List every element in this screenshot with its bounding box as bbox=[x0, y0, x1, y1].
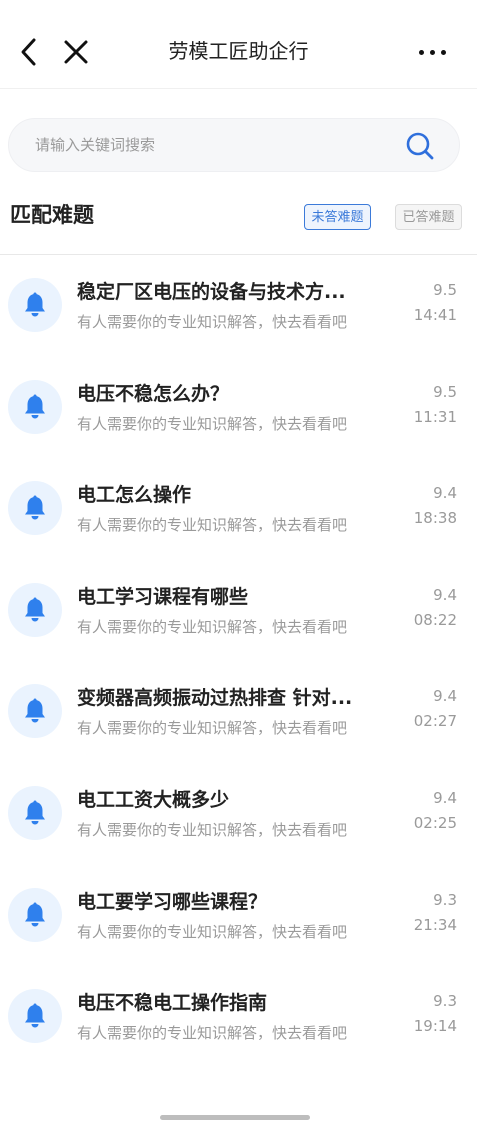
bell-icon bbox=[25, 597, 45, 622]
item-title: 电工学习课程有哪些 bbox=[77, 585, 249, 608]
search-bar bbox=[8, 118, 460, 172]
notification-avatar bbox=[8, 684, 62, 739]
item-date: 9.5 bbox=[433, 382, 457, 401]
notification-avatar bbox=[8, 481, 62, 536]
divider bbox=[0, 254, 477, 255]
notification-avatar bbox=[8, 785, 62, 840]
bell-icon bbox=[25, 800, 45, 825]
item-time: 08:22 bbox=[413, 610, 457, 629]
bell-icon bbox=[25, 394, 45, 419]
question-list: 稳定厂区电压的设备与技术方... 有人需要你的专业知识解答，快去看看吧 9.5 14:… bbox=[0, 256, 477, 1069]
bell-icon bbox=[25, 902, 45, 927]
notification-avatar bbox=[8, 278, 62, 332]
item-date: 9.4 bbox=[433, 484, 457, 503]
item-time: 19:14 bbox=[413, 1017, 457, 1036]
item-subtitle: 有人需要你的专业知识解答，快去看看吧 bbox=[77, 516, 348, 535]
notification-avatar bbox=[8, 379, 62, 434]
tab-unanswered[interactable]: 未答难题 bbox=[304, 204, 371, 230]
notification-avatar bbox=[8, 989, 62, 1044]
bell-icon bbox=[25, 292, 45, 317]
item-time: 18:38 bbox=[413, 509, 457, 528]
list-item[interactable]: 电压不稳电工操作指南有人需要你的专业知识解答，快去看看吧 9.3 19:14 bbox=[0, 967, 477, 1069]
search-input[interactable] bbox=[35, 119, 395, 171]
item-title: 电工怎么操作 bbox=[77, 484, 192, 507]
item-date: 9.3 bbox=[433, 992, 457, 1011]
item-title: 电工要学习哪些课程？ bbox=[77, 890, 268, 913]
item-date: 9.5 bbox=[433, 281, 457, 299]
item-title: 电压不稳怎么办？ bbox=[77, 382, 230, 405]
more-options-icon[interactable] bbox=[413, 36, 453, 66]
list-item[interactable]: 电工怎么操作有人需要你的专业知识解答，快去看看吧 9.4 18:38 bbox=[0, 459, 477, 561]
item-time: 14:41 bbox=[413, 306, 457, 324]
bell-icon bbox=[25, 1003, 45, 1028]
item-title: 变频器高频振动过热排查 针对... bbox=[77, 687, 353, 710]
bell-icon bbox=[25, 495, 45, 520]
home-indicator bbox=[160, 1115, 310, 1120]
list-item[interactable]: 电工学习课程有哪些有人需要你的专业知识解答，快去看看吧 9.4 08:22 bbox=[0, 561, 477, 663]
item-subtitle: 有人需要你的专业知识解答，快去看看吧 bbox=[77, 922, 348, 941]
item-title: 稳定厂区电压的设备与技术方... bbox=[77, 281, 346, 303]
item-time: 11:31 bbox=[413, 407, 457, 426]
item-subtitle: 有人需要你的专业知识解答，快去看看吧 bbox=[77, 820, 348, 839]
item-time: 02:27 bbox=[413, 712, 457, 731]
item-date: 9.4 bbox=[433, 687, 457, 706]
item-date: 9.3 bbox=[433, 890, 457, 909]
page-title: 劳模工匠助企行 bbox=[168, 39, 309, 63]
search-icon[interactable] bbox=[405, 131, 435, 161]
section-title: 匹配难题 bbox=[10, 203, 94, 227]
item-subtitle: 有人需要你的专业知识解答，快去看看吧 bbox=[77, 1024, 348, 1043]
item-title: 电工工资大概多少 bbox=[77, 788, 230, 811]
notification-avatar bbox=[8, 887, 62, 942]
item-subtitle: 有人需要你的专业知识解答，快去看看吧 bbox=[77, 719, 348, 738]
list-item[interactable]: 变频器高频振动过热排查 针对... 有人需要你的专业知识解答，快去看看吧 9.4 02… bbox=[0, 662, 477, 764]
item-date: 9.4 bbox=[433, 585, 457, 604]
bell-icon bbox=[25, 698, 45, 723]
item-time: 02:25 bbox=[413, 813, 457, 832]
item-subtitle: 有人需要你的专业知识解答，快去看看吧 bbox=[77, 414, 348, 433]
list-item[interactable]: 电工工资大概多少有人需要你的专业知识解答，快去看看吧 9.4 02:25 bbox=[0, 764, 477, 866]
list-item[interactable]: 稳定厂区电压的设备与技术方... 有人需要你的专业知识解答，快去看看吧 9.5 14:… bbox=[0, 256, 477, 358]
list-item[interactable]: 电工要学习哪些课程？ 有人需要你的专业知识解答，快去看看吧 9.3 21:34 bbox=[0, 866, 477, 968]
item-subtitle: 有人需要你的专业知识解答，快去看看吧 bbox=[77, 313, 348, 331]
item-date: 9.4 bbox=[433, 788, 457, 807]
top-nav-bar: 劳模工匠助企行 bbox=[0, 0, 477, 89]
item-time: 21:34 bbox=[413, 915, 457, 934]
list-item[interactable]: 电压不稳怎么办？ 有人需要你的专业知识解答，快去看看吧 9.5 11:31 bbox=[0, 358, 477, 460]
tab-answered[interactable]: 已答难题 bbox=[395, 204, 462, 230]
item-title: 电压不稳电工操作指南 bbox=[77, 992, 268, 1015]
notification-avatar bbox=[8, 582, 62, 637]
item-subtitle: 有人需要你的专业知识解答，快去看看吧 bbox=[77, 617, 348, 636]
